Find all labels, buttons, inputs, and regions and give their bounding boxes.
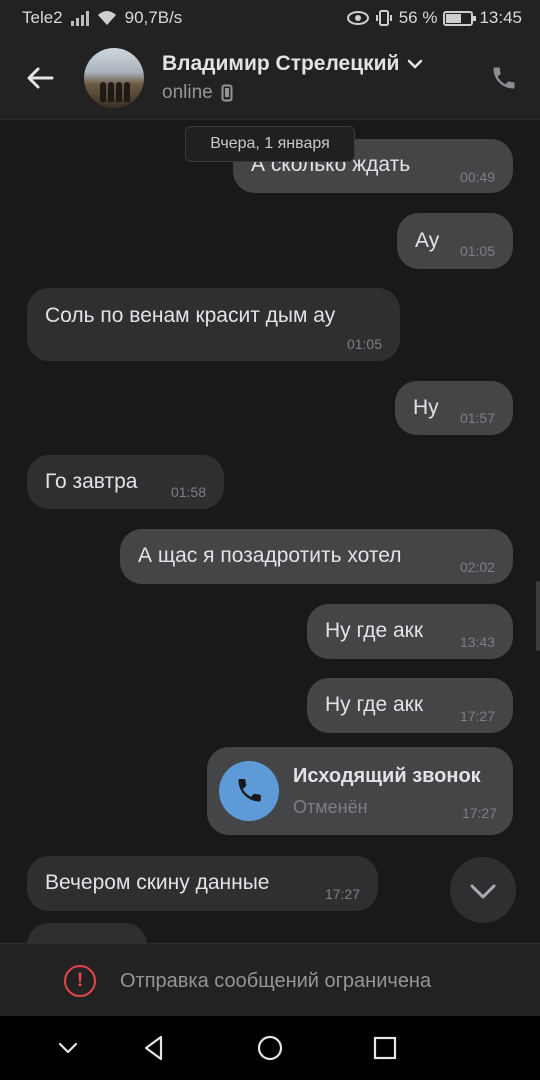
scroll-down-button[interactable]: [450, 857, 516, 923]
message-bubble-outgoing[interactable]: Ну где акк 17:27: [307, 678, 513, 733]
message-bubble-incoming[interactable]: [27, 923, 147, 943]
avatar[interactable]: [84, 48, 144, 108]
contact-status-row: online: [162, 82, 233, 104]
message-text: Ну: [413, 396, 439, 419]
back-triangle-icon[interactable]: [138, 1032, 170, 1064]
mobile-icon: [221, 84, 233, 102]
call-message[interactable]: Исходящий звонок Отменён 17:27: [207, 747, 513, 835]
vibrate-icon: [375, 10, 392, 26]
message-bubble-outgoing[interactable]: Ау 01:05: [397, 213, 513, 269]
chat-header: Владимир Стрелецкий online: [0, 36, 540, 120]
exclamation-circle-icon: !: [64, 965, 96, 997]
message-time: 17:27: [324, 886, 360, 902]
call-status: Отменён: [293, 797, 368, 817]
message-bubble-outgoing[interactable]: Ну где акк 13:43: [307, 604, 513, 659]
carrier-label: Tele2: [22, 8, 63, 27]
message-text: Ну где акк: [325, 693, 424, 716]
message-bubble-incoming[interactable]: Соль по венам красит дым ау 01:05: [27, 288, 400, 361]
message-time: 13:43: [459, 634, 495, 650]
call-title: Исходящий звонок: [293, 765, 481, 787]
message-text: Ну где акк: [325, 619, 424, 642]
message-time: 01:05: [346, 336, 382, 352]
message-bubble-incoming[interactable]: Го завтра 01:58: [27, 455, 224, 509]
network-speed: 90,7B/s: [124, 8, 183, 27]
message-time: 01:57: [459, 410, 495, 426]
date-separator: Вчера, 1 января: [185, 126, 355, 162]
message-bubble-incoming[interactable]: Вечером скину данные 17:27: [27, 856, 378, 911]
message-text: Соль по венам красит дым ау: [45, 304, 336, 327]
chevron-down-icon[interactable]: [52, 1032, 84, 1064]
clock: 13:45: [479, 8, 522, 27]
message-bubble-outgoing[interactable]: Ну 01:57: [395, 381, 513, 435]
wifi-icon: [97, 11, 116, 25]
call-button[interactable]: [219, 761, 279, 821]
navigation-bar: [0, 1016, 540, 1080]
message-list[interactable]: А сколько ждать 00:49 Вчера, 1 января Ау…: [0, 121, 540, 943]
message-text: А щас я позадротить хотел: [138, 544, 402, 567]
messaging-restricted-bar: ! Отправка сообщений ограничена: [0, 943, 540, 1016]
phone-icon: [238, 779, 261, 802]
contact-name-row[interactable]: Владимир Стрелецкий: [162, 52, 423, 76]
contact-name: Владимир Стрелецкий: [162, 52, 400, 75]
arrow-left-icon[interactable]: [20, 58, 60, 98]
message-text: Го завтра: [45, 470, 138, 493]
chevron-down-icon: [408, 59, 423, 69]
home-circle-icon[interactable]: [254, 1032, 286, 1064]
contact-status: online: [162, 82, 213, 103]
message-time: 01:58: [170, 484, 206, 500]
status-bar: Tele2 90,7B/s 56 % 13:45: [0, 0, 540, 36]
chevron-down-icon: [470, 884, 496, 899]
scrollbar[interactable]: [536, 581, 540, 651]
message-time: 17:27: [459, 708, 495, 724]
signal-icon: [70, 10, 89, 26]
eye-icon: [346, 11, 369, 25]
battery-icon: [443, 10, 477, 26]
message-text: Вечером скину данные: [45, 871, 270, 894]
message-time: 00:49: [459, 169, 495, 185]
message-text: Ау: [415, 229, 440, 252]
battery-percent: 56 %: [398, 8, 438, 27]
message-time: 02:02: [459, 559, 495, 575]
message-time: 01:05: [459, 243, 495, 259]
message-time: 17:27: [461, 805, 497, 821]
restriction-text: Отправка сообщений ограничена: [120, 970, 432, 992]
recents-square-icon[interactable]: [369, 1032, 401, 1064]
phone-icon[interactable]: [490, 64, 518, 92]
message-bubble-outgoing[interactable]: А щас я позадротить хотел 02:02: [120, 529, 513, 584]
